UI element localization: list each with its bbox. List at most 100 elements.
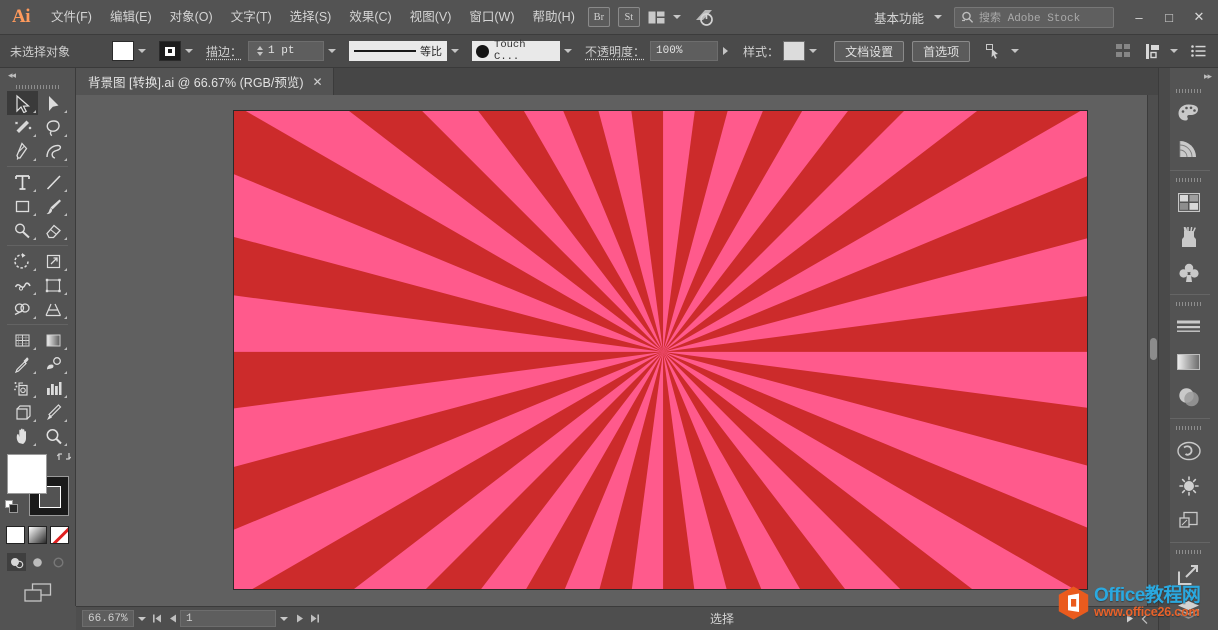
- rectangle-tool[interactable]: [7, 194, 38, 218]
- mesh-tool[interactable]: [7, 328, 38, 352]
- stroke-weight-field[interactable]: 1 pt: [248, 41, 324, 61]
- align-icon[interactable]: [1116, 44, 1132, 58]
- tools-panel-grip[interactable]: [0, 82, 75, 91]
- eraser-tool[interactable]: [38, 218, 69, 242]
- draw-inside-mode-button[interactable]: [49, 553, 68, 571]
- slice-tool[interactable]: [38, 400, 69, 424]
- direct-selection-tool[interactable]: [38, 91, 69, 115]
- bridge-button[interactable]: Br: [588, 7, 610, 27]
- lasso-tool[interactable]: [38, 115, 69, 139]
- free-transform-tool[interactable]: [38, 273, 69, 297]
- width-tool[interactable]: [7, 273, 38, 297]
- minimize-button[interactable]: –: [1124, 3, 1154, 31]
- workspace-chevron-down-icon[interactable]: [934, 15, 942, 19]
- scale-tool[interactable]: [38, 249, 69, 273]
- draw-behind-mode-button[interactable]: [28, 553, 47, 571]
- distribute-icon[interactable]: [1146, 44, 1162, 59]
- perspective-grid-tool[interactable]: [38, 297, 69, 321]
- hand-tool[interactable]: [7, 424, 38, 448]
- menu-object[interactable]: 对象(O): [161, 0, 222, 35]
- menu-view[interactable]: 视图(V): [401, 0, 461, 35]
- gradient-tool[interactable]: [38, 328, 69, 352]
- arrange-documents-icon[interactable]: [648, 11, 665, 24]
- draw-normal-mode-button[interactable]: [7, 553, 26, 571]
- pen-tool[interactable]: [7, 139, 38, 163]
- curvature-tool[interactable]: [38, 139, 69, 163]
- zoom-tool[interactable]: [38, 424, 69, 448]
- select-similar-objects-icon[interactable]: [986, 44, 1003, 59]
- brush-definition-selector[interactable]: Touch C...: [472, 41, 560, 61]
- menu-window[interactable]: 窗口(W): [460, 0, 523, 35]
- preferences-button[interactable]: 首选项: [912, 41, 970, 62]
- none-mode-button[interactable]: [50, 526, 69, 544]
- paintbrush-tool[interactable]: [38, 194, 69, 218]
- stroke-color-swatch[interactable]: [159, 41, 181, 61]
- graphic-style-swatch[interactable]: [783, 41, 805, 61]
- selection-tool[interactable]: [7, 91, 38, 115]
- vertical-scrollbar-thumb[interactable]: [1150, 338, 1157, 360]
- artboard-number-field[interactable]: 1: [180, 610, 276, 627]
- type-tool[interactable]: [7, 170, 38, 194]
- stock-button[interactable]: St: [618, 7, 640, 27]
- last-page-icon[interactable]: [307, 614, 322, 623]
- fill-color-swatch[interactable]: [112, 41, 134, 61]
- eyedropper-tool[interactable]: [7, 352, 38, 376]
- tools-collapse-icon[interactable]: ◂◂: [0, 68, 75, 82]
- zoom-level-field[interactable]: 66.67%: [82, 610, 134, 627]
- workspace-selector[interactable]: 基本功能: [874, 8, 924, 27]
- canvas-vertical-scrollbar[interactable]: [1147, 95, 1158, 606]
- blend-tool[interactable]: [38, 352, 69, 376]
- zoom-chevron-down-icon[interactable]: [134, 617, 150, 621]
- opacity-label[interactable]: 不透明度：: [585, 43, 645, 60]
- stroke-profile-chevron-down-icon[interactable]: [447, 41, 462, 61]
- menu-type[interactable]: 文字(T): [222, 0, 281, 35]
- document-tab-close-icon[interactable]: ✕: [313, 76, 323, 88]
- play-icon[interactable]: [1122, 614, 1137, 623]
- artboard[interactable]: [234, 111, 1087, 589]
- next-page-icon[interactable]: [292, 614, 307, 623]
- stroke-weight-stepper[interactable]: [254, 46, 266, 56]
- adobe-stock-search[interactable]: 搜索 Adobe Stock: [954, 7, 1114, 28]
- previous-page-icon[interactable]: [165, 614, 180, 623]
- rotate-tool[interactable]: [7, 249, 38, 273]
- stroke-weight-label[interactable]: 描边：: [206, 43, 242, 60]
- back-icon[interactable]: [1137, 614, 1152, 624]
- maximize-button[interactable]: □: [1154, 3, 1184, 31]
- shaper-tool[interactable]: [7, 218, 38, 242]
- menu-effect[interactable]: 效果(C): [340, 0, 400, 35]
- select-similar-chevron-down-icon[interactable]: [1007, 41, 1022, 61]
- swap-fill-stroke-icon[interactable]: [57, 450, 71, 466]
- first-page-icon[interactable]: [150, 614, 165, 623]
- distribute-chevron-down-icon[interactable]: [1166, 41, 1181, 61]
- color-mode-button[interactable]: [6, 526, 25, 544]
- document-setup-button[interactable]: 文档设置: [834, 41, 904, 62]
- opacity-flyout-icon[interactable]: [723, 47, 728, 55]
- menu-edit[interactable]: 编辑(E): [101, 0, 161, 35]
- stroke-profile-selector[interactable]: 等比: [349, 41, 447, 61]
- default-fill-stroke-icon[interactable]: [5, 500, 19, 514]
- creative-cloud-power-icon[interactable]: [693, 7, 715, 27]
- artboard-chevron-down-icon[interactable]: [276, 617, 292, 621]
- canvas-area[interactable]: [76, 95, 1158, 606]
- brush-chevron-down-icon[interactable]: [560, 41, 575, 61]
- stroke-dropdown-chevron-down-icon[interactable]: [181, 41, 196, 61]
- style-chevron-down-icon[interactable]: [805, 41, 820, 61]
- line-segment-tool[interactable]: [38, 170, 69, 194]
- menu-help[interactable]: 帮助(H): [524, 0, 584, 35]
- magic-wand-tool[interactable]: [7, 115, 38, 139]
- gradient-mode-button[interactable]: [28, 526, 47, 544]
- menu-select[interactable]: 选择(S): [281, 0, 341, 35]
- menu-file[interactable]: 文件(F): [42, 0, 101, 35]
- column-graph-tool[interactable]: [38, 376, 69, 400]
- opacity-field[interactable]: 100%: [650, 41, 718, 61]
- change-screen-mode-icon[interactable]: [0, 583, 75, 603]
- symbol-sprayer-tool[interactable]: [7, 376, 38, 400]
- fill-indicator[interactable]: [7, 454, 47, 494]
- artboard-tool[interactable]: [7, 400, 38, 424]
- fill-dropdown-chevron-down-icon[interactable]: [134, 41, 149, 61]
- chevron-down-icon[interactable]: [673, 15, 681, 19]
- stroke-weight-chevron-down-icon[interactable]: [324, 41, 339, 61]
- document-tab[interactable]: 背景图 [转换].ai @ 66.67% (RGB/预览) ✕: [76, 68, 334, 95]
- panel-options-icon[interactable]: [1191, 45, 1206, 57]
- close-button[interactable]: ✕: [1184, 3, 1214, 31]
